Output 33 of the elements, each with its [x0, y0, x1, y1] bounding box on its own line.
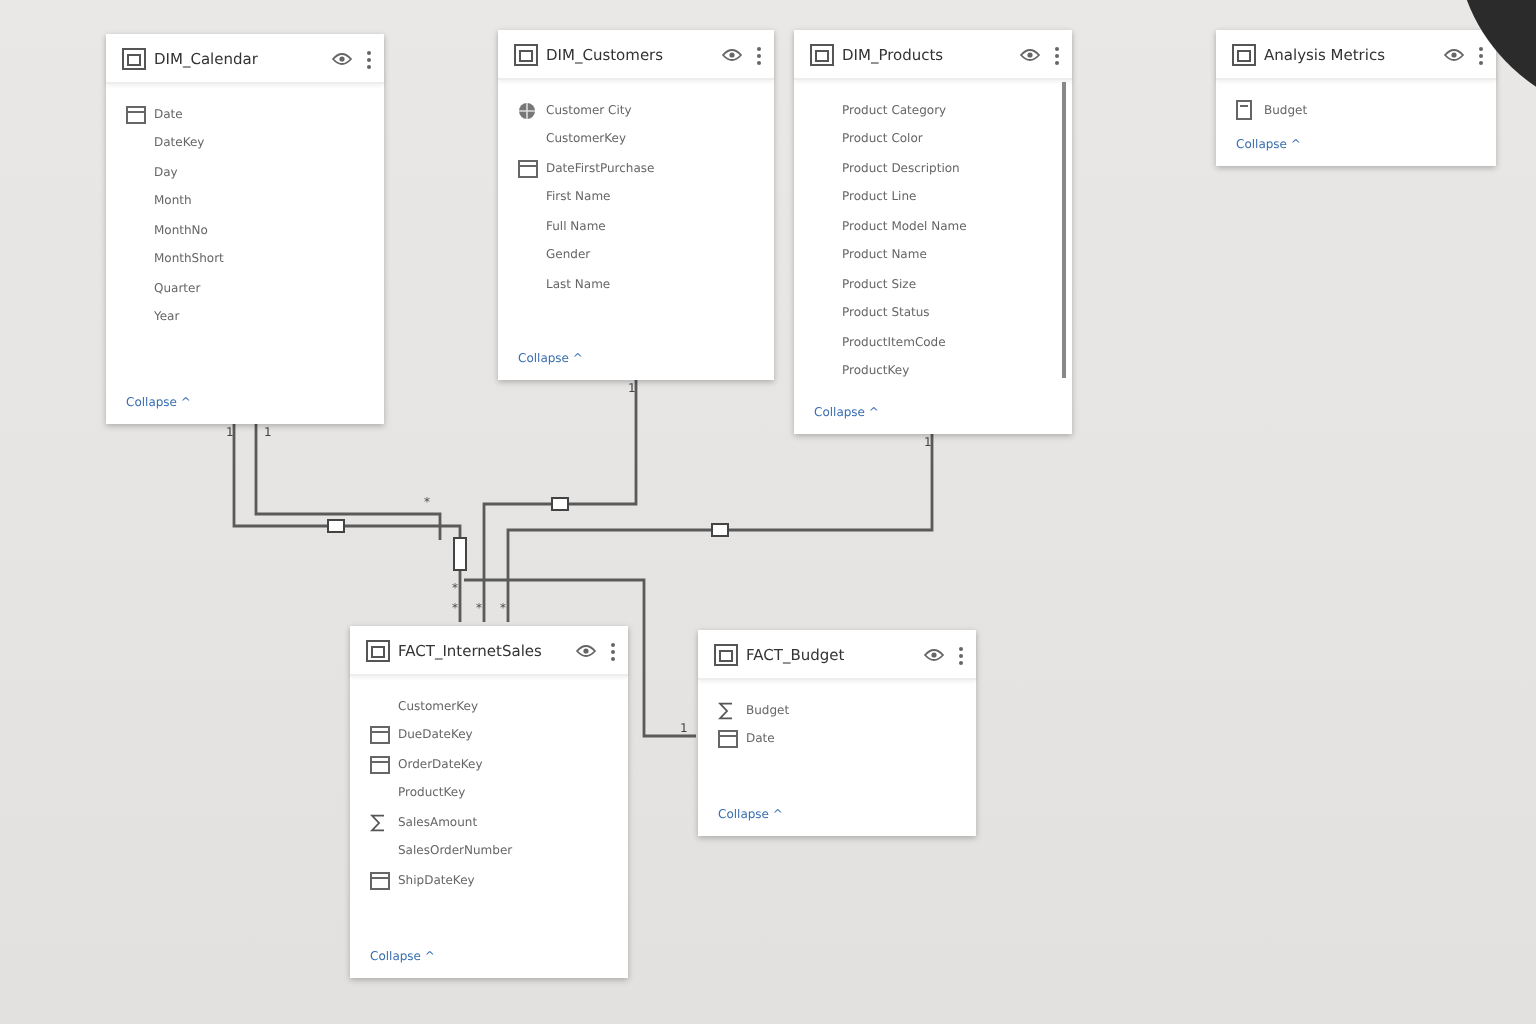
table-icon — [810, 44, 834, 66]
calendar-icon — [370, 871, 390, 890]
relationship-line[interactable] — [254, 424, 467, 571]
eye-icon[interactable] — [576, 644, 596, 658]
relationship-line[interactable] — [232, 424, 462, 622]
eye-icon[interactable] — [1444, 48, 1464, 62]
relationship-line[interactable] — [506, 434, 934, 622]
table-icon — [514, 44, 538, 66]
table-icon — [1232, 44, 1256, 66]
table-icon — [714, 644, 738, 666]
more-options-icon[interactable] — [1054, 45, 1060, 65]
calendar-icon — [370, 726, 390, 745]
more-options-icon[interactable] — [756, 45, 762, 65]
calendar-icon — [718, 730, 738, 749]
eye-icon[interactable] — [1020, 48, 1040, 62]
calculator-icon — [1236, 100, 1252, 121]
sigma-icon — [370, 813, 386, 832]
calendar-icon — [518, 159, 538, 178]
sigma-icon — [718, 701, 734, 720]
table-icon — [366, 640, 390, 662]
relationship-line[interactable] — [482, 380, 638, 622]
scrollbar[interactable] — [1062, 82, 1066, 378]
eye-icon[interactable] — [924, 648, 944, 662]
eye-icon[interactable] — [722, 48, 742, 62]
more-options-icon[interactable] — [958, 645, 964, 665]
more-options-icon[interactable] — [366, 49, 372, 69]
calendar-icon — [126, 105, 146, 124]
more-options-icon[interactable] — [610, 641, 616, 661]
calendar-icon — [370, 755, 390, 774]
more-options-icon[interactable] — [1478, 45, 1484, 65]
table-icon — [122, 48, 146, 70]
eye-icon[interactable] — [332, 52, 352, 66]
globe-icon — [518, 101, 536, 120]
